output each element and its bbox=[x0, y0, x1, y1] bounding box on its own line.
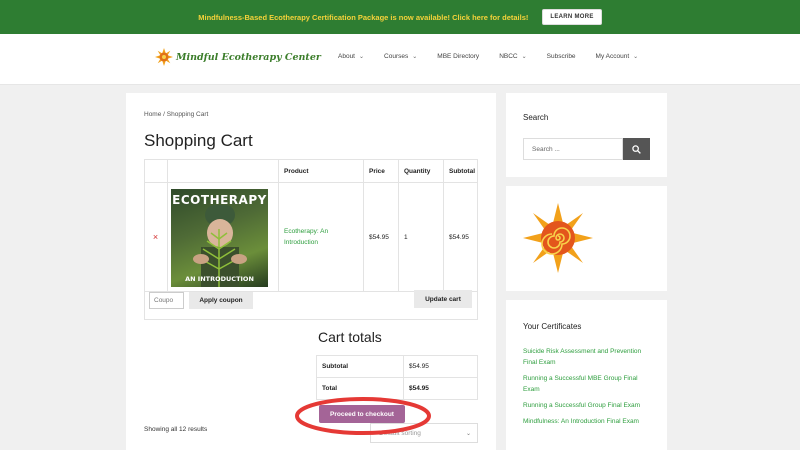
chevron-down-icon: ⌄ bbox=[521, 54, 527, 60]
col-product-header: Product bbox=[278, 159, 364, 183]
certificate-link[interactable]: Running a Successful Group Final Exam bbox=[523, 400, 648, 411]
main-nav: About ⌄ Courses ⌄ MBE Directory NBCC ⌄ Subs… bbox=[338, 53, 658, 60]
price-cell: $54.95 bbox=[363, 182, 399, 292]
thumbnail-subtitle: AN INTRODUCTION bbox=[185, 275, 254, 283]
subtotal-cell: $54.95 bbox=[443, 182, 478, 292]
chevron-down-icon: ⌄ bbox=[359, 54, 365, 60]
nav-label: About bbox=[338, 53, 355, 60]
total-value: $54.95 bbox=[403, 377, 478, 400]
learn-more-button[interactable]: LEARN MORE bbox=[542, 9, 602, 25]
page-title: Shopping Cart bbox=[144, 131, 253, 150]
breadcrumb[interactable]: Home / Shopping Cart bbox=[144, 111, 208, 118]
proceed-to-checkout-button[interactable]: Proceed to checkout bbox=[319, 405, 405, 423]
banner-text[interactable]: Mindfulness-Based Ecotherapy Certificati… bbox=[198, 13, 528, 22]
search-widget-title: Search bbox=[523, 113, 549, 122]
coupon-input[interactable]: Coupo bbox=[149, 292, 184, 309]
certificate-link[interactable]: Mindfulness: An Introduction Final Exam bbox=[523, 416, 648, 427]
nav-item-my-account[interactable]: My Account ⌄ bbox=[596, 53, 639, 60]
quantity-input[interactable]: 1 bbox=[398, 182, 444, 292]
totals-row-total: Total $54.95 bbox=[316, 377, 478, 400]
cart-totals-table: Subtotal $54.95 Total $54.95 bbox=[316, 355, 478, 400]
subtotal-value: $54.95 bbox=[403, 355, 478, 378]
spiral-sun-icon bbox=[523, 203, 593, 273]
search-button[interactable] bbox=[623, 138, 650, 160]
certificate-link[interactable]: Suicide Risk Assessment and Prevention F… bbox=[523, 346, 648, 368]
sun-image-widget bbox=[506, 186, 667, 291]
site-header: Mindful Ecotherapy Center About ⌄ Courses… bbox=[0, 34, 800, 85]
thumbnail-title: ECOTHERAPY bbox=[172, 193, 267, 207]
search-widget: Search Search ... bbox=[506, 93, 667, 177]
col-price-header: Price bbox=[363, 159, 399, 183]
search-input[interactable]: Search ... bbox=[523, 138, 623, 160]
announcement-banner[interactable]: Mindfulness-Based Ecotherapy Certificati… bbox=[0, 0, 800, 34]
nav-label: Courses bbox=[384, 53, 409, 60]
nav-label: My Account bbox=[595, 53, 630, 60]
product-cell: Ecotherapy: An Introduction bbox=[278, 182, 364, 292]
cart-header-row: Product Price Quantity Subtotal bbox=[144, 159, 478, 183]
nav-item-courses[interactable]: Courses ⌄ bbox=[384, 53, 417, 60]
product-link[interactable]: Ecotherapy: An Introduction bbox=[284, 228, 328, 246]
update-cart-button[interactable]: Update cart bbox=[414, 290, 472, 308]
site-logo[interactable]: Mindful Ecotherapy Center bbox=[155, 48, 321, 66]
main-content: Home / Shopping Cart Shopping Cart Produ… bbox=[126, 93, 496, 450]
col-remove-header bbox=[144, 159, 168, 183]
search-icon bbox=[632, 144, 641, 154]
nav-item-about[interactable]: About ⌄ bbox=[338, 53, 364, 60]
col-subtotal-header: Subtotal bbox=[443, 159, 478, 183]
subtotal-label: Subtotal bbox=[316, 355, 404, 378]
product-thumbnail[interactable]: ECOTHERAPY AN INTRODUCTION bbox=[171, 189, 268, 287]
certificate-link[interactable]: Running a Successful MBE Group Final Exa… bbox=[523, 373, 648, 395]
nav-item-nbcc[interactable]: NBCC ⌄ bbox=[499, 53, 526, 60]
logo-text: Mindful Ecotherapy Center bbox=[176, 51, 321, 63]
chevron-down-icon: ⌄ bbox=[412, 54, 418, 60]
sun-logo-icon bbox=[155, 48, 173, 66]
nav-item-mbe-directory[interactable]: MBE Directory bbox=[437, 53, 479, 60]
chevron-down-icon: ⌄ bbox=[633, 54, 639, 60]
nav-item-subscribe[interactable]: Subscribe bbox=[547, 53, 576, 60]
sort-select-value: Default sorting bbox=[379, 429, 421, 437]
apply-coupon-button[interactable]: Apply coupon bbox=[189, 292, 253, 309]
remove-item-icon[interactable]: × bbox=[144, 182, 168, 292]
totals-row-subtotal: Subtotal $54.95 bbox=[316, 355, 478, 378]
product-thumbnail-cell: ECOTHERAPY AN INTRODUCTION bbox=[167, 182, 279, 292]
nav-label: NBCC bbox=[499, 53, 518, 60]
nav-label: Subscribe bbox=[546, 53, 576, 60]
results-count: Showing all 12 results bbox=[144, 426, 208, 433]
table-row: × ECOTHERAPY AN INTRODUCTION Ecotherapy:… bbox=[144, 182, 478, 292]
chevron-down-icon: ⌄ bbox=[465, 430, 471, 437]
total-label: Total bbox=[316, 377, 404, 400]
certificates-list: Suicide Risk Assessment and Prevention F… bbox=[523, 346, 648, 432]
sort-select[interactable]: Default sorting ⌄ bbox=[370, 423, 478, 443]
nav-label: MBE Directory bbox=[437, 53, 480, 60]
cart-totals-title: Cart totals bbox=[318, 329, 382, 345]
col-quantity-header: Quantity bbox=[398, 159, 444, 183]
col-thumb-header bbox=[167, 159, 279, 183]
certificates-title: Your Certificates bbox=[523, 322, 582, 331]
